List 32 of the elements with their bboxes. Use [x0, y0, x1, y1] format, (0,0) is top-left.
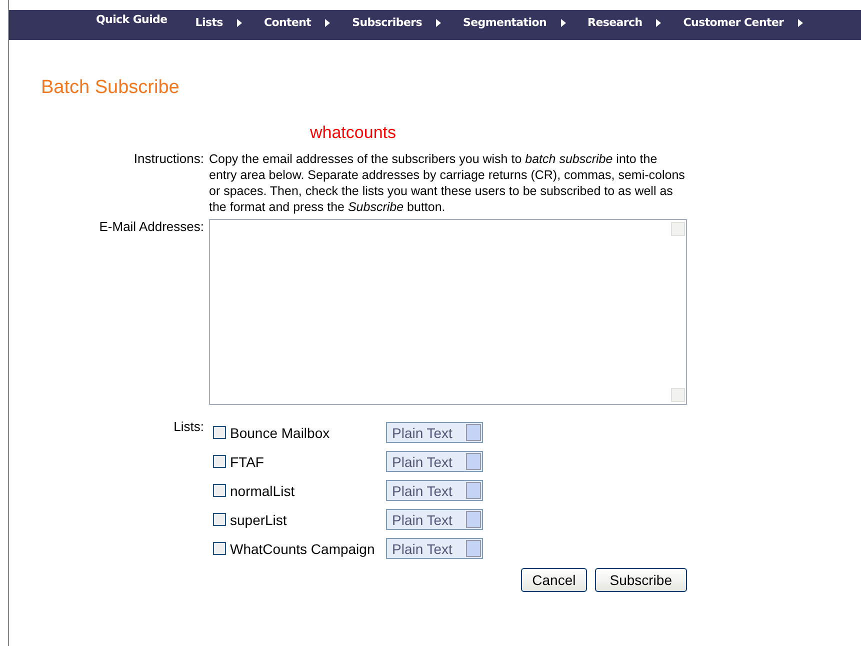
format-dropdown[interactable]: Plain Text — [386, 509, 483, 530]
checkbox[interactable] — [213, 542, 226, 555]
nav-item[interactable]: Quick Guide — [96, 10, 168, 26]
nav-item[interactable]: Research — [588, 10, 662, 29]
nav-item[interactable]: Lists — [195, 10, 242, 29]
format-dropdown[interactable]: Plain Text — [386, 538, 483, 559]
nav-item[interactable]: Customer Center — [683, 10, 803, 29]
cancel-button[interactable]: Cancel — [521, 568, 587, 592]
email-label: E-Mail Addresses: — [98, 219, 204, 236]
page-title: Batch Subscribe — [41, 77, 180, 99]
checkbox[interactable] — [213, 513, 226, 526]
list-name: superList — [230, 512, 288, 528]
instructions-label: Instructions: — [132, 151, 204, 168]
lists-label: Lists: — [172, 419, 204, 436]
checkbox[interactable] — [213, 426, 226, 439]
instructions-text: Copy the email addresses of the subscribers you wish to batch subscribe into the entry area below. Separate addresses by carriage returns (CR), commas, semi-colons or spaces. Then, check the lists you want these users to be subscribed to as well as the format and press the Subscribe button. — [209, 151, 686, 215]
email-addresses-field[interactable] — [209, 219, 687, 405]
checkbox[interactable] — [213, 484, 226, 497]
checkbox[interactable] — [213, 455, 226, 468]
format-dropdown[interactable]: Plain Text — [386, 451, 483, 472]
list-name: WhatCounts Campaign — [230, 540, 376, 556]
subscribe-button[interactable]: Subscribe — [594, 568, 687, 592]
account-name: whatcounts — [310, 123, 396, 143]
nav-item[interactable]: Content — [264, 10, 330, 29]
format-dropdown[interactable]: Plain Text — [386, 422, 483, 443]
nav-item[interactable]: Segmentation — [463, 10, 566, 29]
list-name: normalList — [230, 482, 296, 498]
scrollbar[interactable] — [670, 220, 686, 404]
list-name: Bounce Mailbox — [230, 424, 331, 440]
format-dropdown[interactable]: Plain Text — [386, 480, 483, 501]
list-name: FTAF — [230, 454, 265, 470]
nav-item[interactable]: Subscribers — [352, 10, 442, 29]
